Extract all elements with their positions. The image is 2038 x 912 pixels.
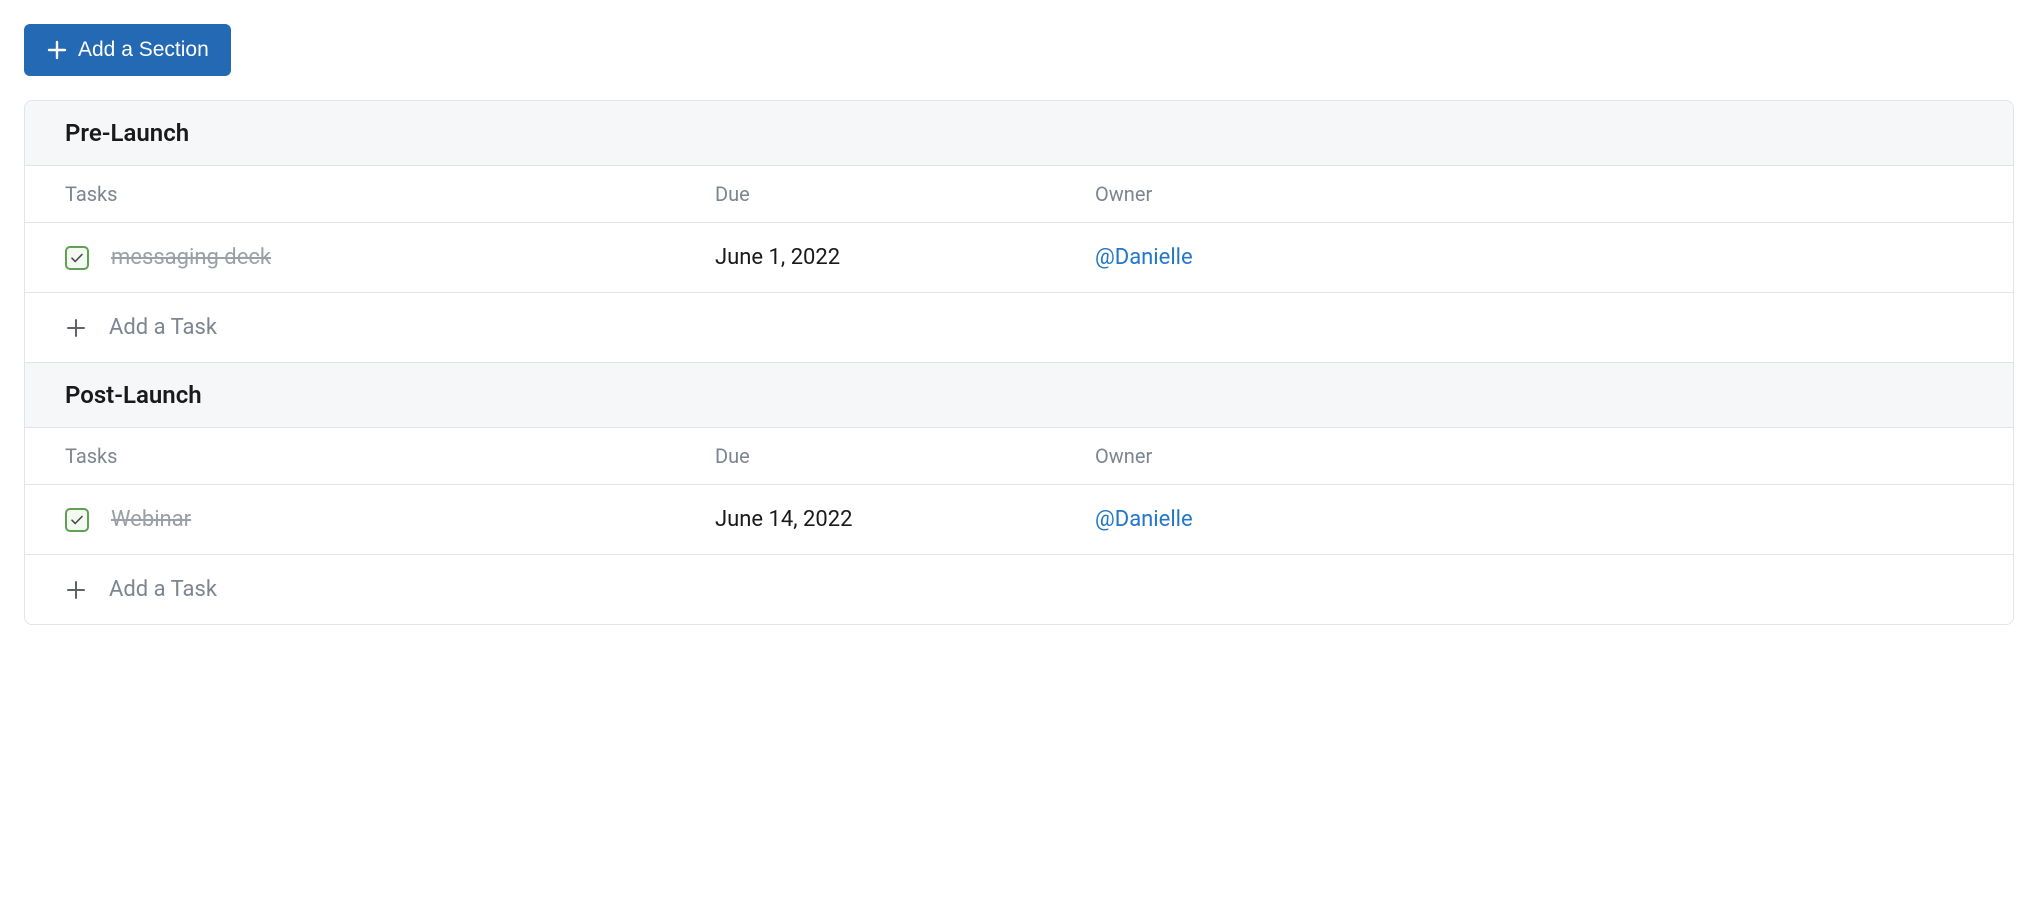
section-pre-launch: Pre-Launch Tasks Due Owner messaging dec… bbox=[25, 101, 2013, 362]
section-header[interactable]: Post-Launch bbox=[25, 362, 2013, 428]
task-row[interactable]: messaging deck June 1, 2022 @Danielle bbox=[25, 223, 2013, 293]
task-row[interactable]: Webinar June 14, 2022 @Danielle bbox=[25, 485, 2013, 555]
plus-icon bbox=[65, 317, 87, 339]
sections-container: Pre-Launch Tasks Due Owner messaging dec… bbox=[24, 100, 2014, 625]
task-owner-mention[interactable]: @Danielle bbox=[1095, 245, 1193, 270]
section-title: Post-Launch bbox=[65, 381, 202, 409]
column-headers: Tasks Due Owner bbox=[25, 428, 2013, 485]
task-owner-mention[interactable]: @Danielle bbox=[1095, 507, 1193, 532]
section-post-launch: Post-Launch Tasks Due Owner Webinar June… bbox=[25, 362, 2013, 624]
task-due: June 1, 2022 bbox=[715, 245, 1095, 270]
task-checkbox[interactable] bbox=[65, 246, 89, 270]
add-task-label: Add a Task bbox=[109, 577, 217, 602]
task-due: June 14, 2022 bbox=[715, 507, 1095, 532]
section-title: Pre-Launch bbox=[65, 119, 189, 147]
column-headers: Tasks Due Owner bbox=[25, 166, 2013, 223]
column-header-owner: Owner bbox=[1095, 444, 1973, 468]
task-name: Webinar bbox=[111, 507, 191, 532]
column-header-tasks: Tasks bbox=[65, 444, 715, 468]
section-header[interactable]: Pre-Launch bbox=[25, 101, 2013, 166]
add-section-button[interactable]: Add a Section bbox=[24, 24, 231, 76]
column-header-due: Due bbox=[715, 444, 1095, 468]
column-header-tasks: Tasks bbox=[65, 182, 715, 206]
add-task-button[interactable]: Add a Task bbox=[25, 293, 2013, 362]
plus-icon bbox=[46, 39, 68, 61]
column-header-owner: Owner bbox=[1095, 182, 1973, 206]
task-name: messaging deck bbox=[111, 245, 271, 270]
add-task-label: Add a Task bbox=[109, 315, 217, 340]
add-task-button[interactable]: Add a Task bbox=[25, 555, 2013, 624]
column-header-due: Due bbox=[715, 182, 1095, 206]
plus-icon bbox=[65, 579, 87, 601]
add-section-label: Add a Section bbox=[78, 38, 209, 62]
task-checkbox[interactable] bbox=[65, 508, 89, 532]
